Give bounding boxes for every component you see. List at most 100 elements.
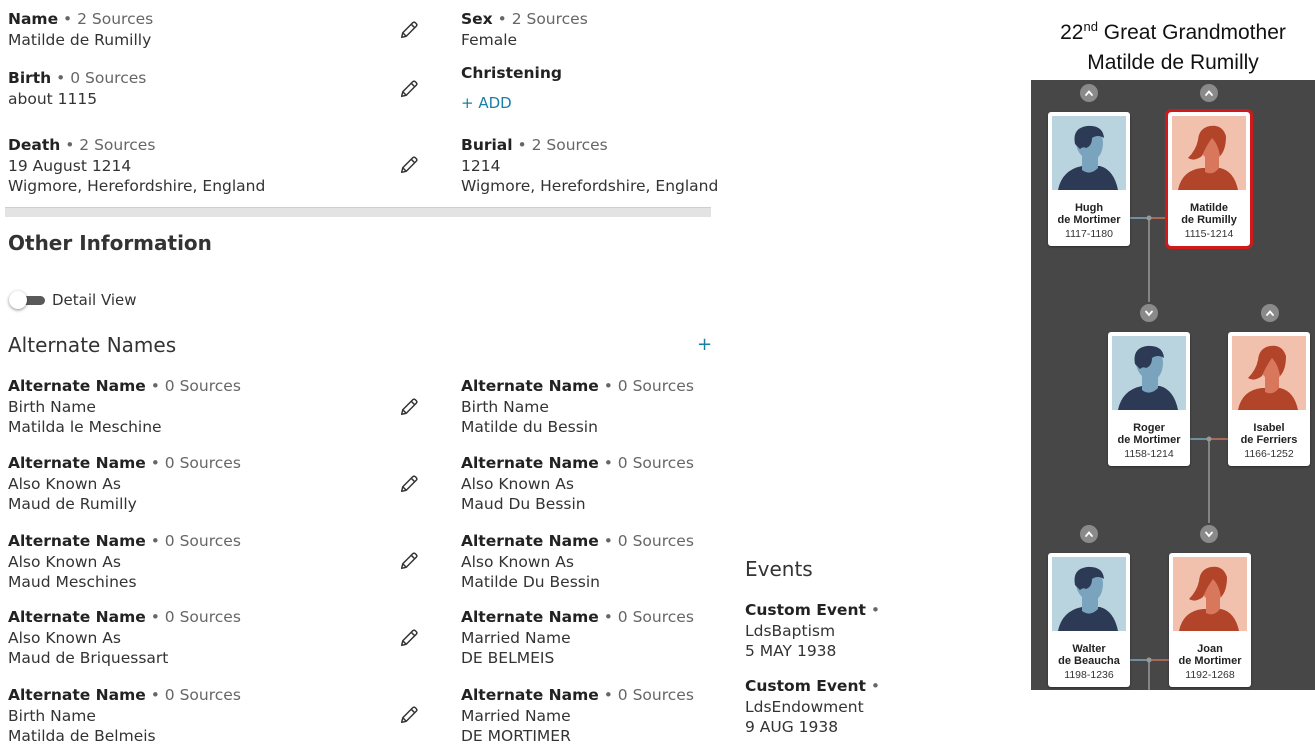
name-value: Matilda le Meschine [8,418,162,436]
fact-value: Female [461,30,518,49]
ordinal-number: 22 [1060,21,1084,44]
fact-death: Death • 2 Sources 19 August 1214 Wigmore… [8,135,265,197]
fact-sources[interactable]: • 0 Sources [151,532,241,550]
person-name: Walter de Beaucha [1048,643,1130,667]
person-dates: 1198-1236 [1064,669,1114,681]
fact-place: Wigmore, Herefordshire, England [8,177,266,195]
fact-sources[interactable]: • 2 Sources [498,10,588,28]
event-type: LdsEndowment [745,697,864,716]
expand-children-chevron-down-icon[interactable] [1200,525,1218,543]
fact-sources[interactable]: • 0 Sources [151,608,241,626]
fact-label: Alternate Name [461,454,599,472]
event-sep: • [865,601,880,619]
person-first-name: Joan [1197,643,1223,655]
add-christening-button[interactable]: + ADD [461,94,512,112]
fact-label: Birth [8,69,52,87]
person-card[interactable]: Roger de Mortimer 1158-1214 [1108,332,1190,466]
fact-sources[interactable]: • 0 Sources [151,377,241,395]
fact-label: Alternate Name [461,532,599,550]
fact-label: Alternate Name [8,686,146,704]
event-date: 9 AUG 1938 [745,718,839,736]
fact-place: Wigmore, Herefordshire, England [461,177,719,195]
person-last-name: de Rumilly [1181,214,1237,226]
detail-view-toggle[interactable] [9,291,45,309]
expand-parents-chevron-up-icon[interactable] [1200,84,1218,102]
name-type: Married Name [461,628,571,647]
section-divider [5,207,711,217]
edit-alternate-name-pencil-icon[interactable] [398,396,420,418]
fact-sources[interactable]: • 2 Sources [63,10,153,28]
edit-alternate-name-pencil-icon[interactable] [398,473,420,495]
male-avatar-icon [1112,336,1186,410]
name-type: Birth Name [461,397,549,416]
edit-death-pencil-icon[interactable] [398,154,420,176]
expand-parents-chevron-up-icon[interactable] [1261,304,1279,322]
fact-sources[interactable]: • 0 Sources [604,454,694,472]
edit-alternate-name-pencil-icon[interactable] [398,627,420,649]
alternate-name-item: Alternate Name • 0 Sources Birth Name Ma… [8,685,241,747]
alternate-name-item: Alternate Name • 0 Sources Also Known As… [461,531,694,593]
person-name: Roger de Mortimer [1108,422,1190,446]
person-card[interactable]: Joan de Mortimer 1192-1268 [1169,553,1251,687]
name-type: Also Known As [8,474,121,493]
person-first-name: Hugh [1074,202,1104,214]
person-first-name: Matilde [1190,202,1228,214]
alternate-name-item: Alternate Name • 0 Sources Married Name … [461,607,694,669]
relationship-text: Great Grandmother [1097,21,1286,44]
person-last-name: de Beaucha [1058,655,1120,667]
relationship-label: 22nd Great Grandmother [1031,12,1315,48]
fact-label: Alternate Name [8,532,146,550]
person-dates: 1117-1180 [1065,228,1113,240]
event-sep: • [865,677,880,695]
person-dates: 1158-1214 [1124,448,1174,460]
fact-sources[interactable]: • 2 Sources [65,136,155,154]
alternate-name-item: Alternate Name • 0 Sources Also Known As… [8,531,241,593]
name-value: Maud Meschines [8,573,137,591]
edit-alternate-name-pencil-icon[interactable] [398,704,420,726]
female-avatar-icon [1172,116,1246,190]
fact-sources[interactable]: • 0 Sources [151,686,241,704]
edit-name-pencil-icon[interactable] [398,19,420,41]
person-dates: 1115-1214 [1184,228,1234,240]
expand-parents-chevron-up-icon[interactable] [1080,525,1098,543]
person-name: Matilde de Rumilly [1168,202,1250,226]
person-dates: 1166-1252 [1244,448,1294,460]
name-type: Married Name [461,706,571,725]
person-card[interactable]: Isabel de Ferriers 1166-1252 [1228,332,1310,466]
name-value: Maud de Briquessart [8,649,169,667]
fact-sources[interactable]: • 0 Sources [604,608,694,626]
person-first-name: Isabel [1253,422,1285,434]
fact-sources[interactable]: • 0 Sources [604,377,694,395]
event-label: Custom Event [745,601,866,619]
fact-sources[interactable]: • 0 Sources [604,686,694,704]
person-card[interactable]: Walter de Beaucha 1198-1236 [1048,553,1130,687]
name-type: Birth Name [8,706,96,725]
fact-sources[interactable]: • 0 Sources [151,454,241,472]
fact-label: Name [8,10,59,28]
fact-label: Alternate Name [8,377,146,395]
person-card[interactable]: Hugh de Mortimer 1117-1180 [1048,112,1130,246]
event-item: Custom Event • LdsEndowment 9 AUG 1938 [745,676,880,738]
fact-value: Matilde de Rumilly [8,30,152,49]
fact-sources[interactable]: • 0 Sources [604,532,694,550]
alternate-name-item: Alternate Name • 0 Sources Birth Name Ma… [8,376,241,438]
fact-label: Death [8,136,61,154]
edit-alternate-name-pencil-icon[interactable] [398,550,420,572]
person-dates: 1192-1268 [1185,669,1235,681]
person-card-selected[interactable]: Matilde de Rumilly 1115-1214 [1165,109,1253,249]
fact-label: Alternate Name [8,608,146,626]
edit-birth-pencil-icon[interactable] [398,78,420,100]
expand-parents-chevron-up-icon[interactable] [1080,84,1098,102]
name-value: Matilde du Bessin [461,418,598,436]
name-value: Matilda de Belmeis [8,727,156,745]
fact-label: Burial [461,136,513,154]
add-alternate-name-button[interactable]: + [697,334,712,355]
fact-sources[interactable]: • 0 Sources [56,69,146,87]
expand-children-chevron-down-icon[interactable] [1140,304,1158,322]
person-first-name: Walter [1072,643,1106,655]
fact-date: 19 August 1214 [8,156,132,175]
fact-sources[interactable]: • 2 Sources [518,136,608,154]
name-type: Also Known As [8,628,121,647]
event-item: Custom Event • LdsBaptism 5 MAY 1938 [745,600,880,662]
other-information-heading: Other Information [8,231,212,255]
